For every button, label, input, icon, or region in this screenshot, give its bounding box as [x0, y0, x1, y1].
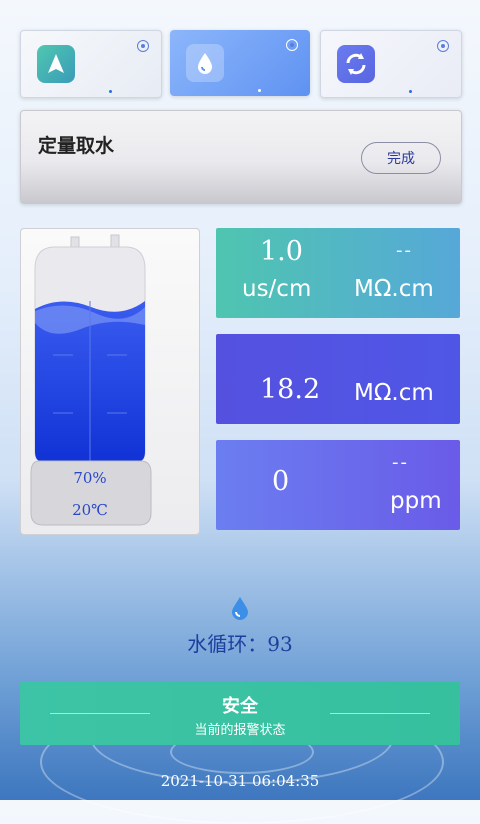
tds-card: 0 -- ppm: [216, 440, 460, 530]
tds-placeholder: --: [392, 452, 409, 473]
tank-temperature-text: 20℃: [72, 501, 108, 519]
indicator-dot: [409, 90, 412, 93]
resistivity-placeholder: --: [396, 240, 413, 261]
tds-unit: ppm: [390, 488, 442, 514]
alarm-title: 安全: [222, 696, 258, 717]
tank-panel: 70% 20℃: [20, 228, 200, 535]
resistivity-unit: MΩ.cm: [354, 380, 434, 406]
dispense-panel: 定量取水 完成: [20, 110, 462, 204]
water-tank-graphic: [30, 234, 152, 526]
done-button[interactable]: 完成: [361, 142, 441, 174]
indicator-dot: [109, 90, 112, 93]
tank-level-text: 70%: [73, 469, 107, 487]
refresh-icon: [337, 45, 375, 83]
mode-card-cycle[interactable]: [320, 30, 462, 98]
timestamp: 2021-10-31 06:04:35: [160, 772, 320, 790]
mode-card-water[interactable]: [170, 30, 310, 96]
radio-indicator: [137, 40, 149, 52]
mode-card-navigate[interactable]: [20, 30, 162, 98]
resistivity-card: 18.2 MΩ.cm: [216, 334, 460, 424]
water-drop-icon: [186, 44, 224, 82]
location-arrow-icon: [37, 45, 75, 83]
circulation-text: 水循环：93: [187, 632, 293, 656]
radio-indicator: [437, 40, 449, 52]
radio-indicator: [286, 39, 298, 51]
water-drop-icon: [230, 596, 250, 624]
conductivity-value: 1.0: [260, 236, 303, 267]
panel-title: 定量取水: [38, 135, 115, 157]
indicator-dot: [258, 89, 261, 92]
alarm-status-button[interactable]: 安全 当前的报警状态: [20, 682, 460, 745]
conductivity-card: 1.0 us/cm -- MΩ.cm: [216, 228, 460, 318]
conductivity-unit: us/cm: [242, 276, 312, 302]
alarm-subtitle: 当前的报警状态: [194, 723, 286, 738]
resistivity-value: 18.2: [260, 374, 321, 405]
tds-value: 0: [272, 466, 290, 497]
resistivity-unit: MΩ.cm: [354, 276, 434, 302]
